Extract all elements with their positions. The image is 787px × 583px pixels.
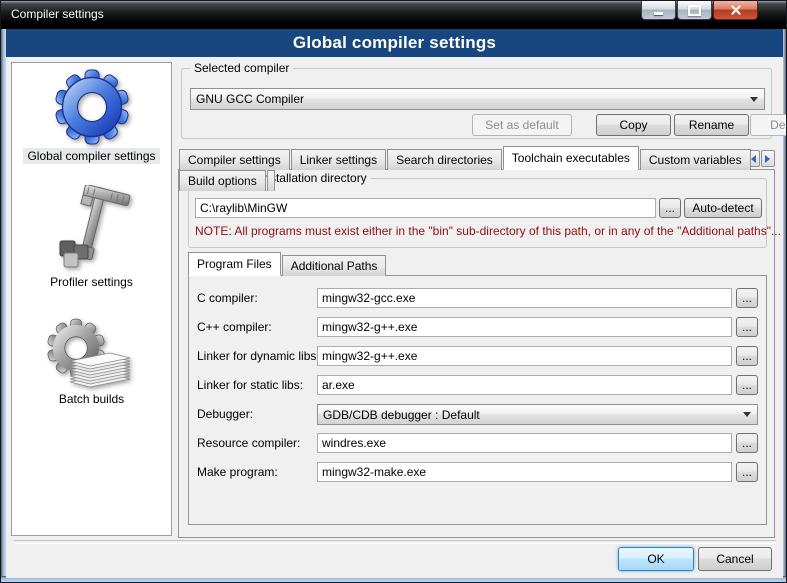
dynamic-linker-row: Linker for dynamic libs: ...: [189, 346, 768, 367]
gear-blue-icon: [55, 69, 129, 145]
debugger-row: Debugger: GDB/CDB debugger : Default: [189, 404, 768, 425]
make-program-input[interactable]: [317, 462, 732, 482]
c-compiler-browse-button[interactable]: ...: [736, 288, 758, 308]
tab-linker-settings[interactable]: Linker settings: [291, 149, 386, 170]
set-as-default-button[interactable]: Set as default: [472, 114, 572, 136]
static-linker-input[interactable]: [317, 375, 732, 395]
gear-stack-icon: [44, 318, 140, 388]
sidebar-item-profiler-settings[interactable]: Profiler settings: [12, 185, 171, 290]
minimize-button[interactable]: [641, 1, 676, 20]
toolchain-executables-page: Compiler's installation directory ... Au…: [178, 169, 775, 538]
footer-separator: [14, 540, 776, 544]
dialog-client-area: Global compiler settings: [6, 29, 783, 578]
make-program-browse-button[interactable]: ...: [736, 462, 758, 482]
window-title: Compiler settings: [11, 7, 104, 21]
cpp-compiler-browse-button[interactable]: ...: [736, 317, 758, 337]
tab-overflow-sliver: [267, 170, 275, 191]
resource-compiler-input[interactable]: [317, 433, 732, 453]
c-compiler-input[interactable]: [317, 288, 732, 308]
field-label: Make program:: [197, 465, 278, 479]
sidebar-item-label: Profiler settings: [46, 274, 137, 290]
cpp-compiler-row: C++ compiler: ...: [189, 317, 768, 338]
sidebar-item-batch-builds[interactable]: Batch builds: [12, 318, 171, 407]
field-label: Linker for static libs:: [197, 378, 303, 392]
subtab-program-files[interactable]: Program Files: [188, 252, 281, 276]
sidebar-item-label: Batch builds: [55, 391, 128, 407]
settings-sidebar: Global compiler settings: [11, 62, 172, 536]
sidebar-item-global-compiler-settings[interactable]: Global compiler settings: [12, 69, 171, 164]
tab-build-options[interactable]: Build options: [179, 170, 266, 191]
field-label: C++ compiler:: [197, 320, 272, 334]
compiler-select[interactable]: GNU GCC Compiler: [190, 88, 765, 110]
dynamic-linker-browse-button[interactable]: ...: [736, 346, 758, 366]
static-linker-row: Linker for static libs: ...: [189, 375, 768, 396]
maximize-icon: [688, 5, 701, 16]
main-tabstrip: Compiler settingsLinker settingsSearch d…: [179, 146, 783, 170]
field-label: Debugger:: [197, 407, 253, 421]
page-title: Global compiler settings: [293, 33, 496, 53]
static-linker-browse-button[interactable]: ...: [736, 375, 758, 395]
sidebar-item-label: Global compiler settings: [23, 148, 159, 164]
debugger-select-value: GDB/CDB debugger : Default: [318, 408, 743, 422]
compiler-select-value: GNU GCC Compiler: [191, 92, 750, 106]
dynamic-linker-input[interactable]: [317, 346, 732, 366]
installation-directory-input[interactable]: [195, 198, 656, 218]
close-button[interactable]: [713, 1, 758, 20]
delete-button[interactable]: Delete: [750, 114, 787, 136]
compiler-settings-dialog: Compiler settings Global compiler settin…: [0, 0, 787, 583]
calipers-icon: [52, 185, 132, 271]
titlebar[interactable]: Compiler settings: [1, 1, 786, 29]
minimize-icon: [654, 12, 663, 15]
close-icon: [730, 4, 742, 16]
tab-custom-variables[interactable]: Custom variables: [640, 149, 751, 170]
resource-compiler-row: Resource compiler: ...: [189, 433, 768, 454]
ok-button[interactable]: OK: [618, 547, 694, 571]
debugger-select[interactable]: GDB/CDB debugger : Default: [317, 404, 758, 425]
maximize-button[interactable]: [677, 1, 712, 20]
programs-tabstrip: Program FilesAdditional Paths: [188, 252, 387, 276]
installation-directory-browse-button[interactable]: ...: [659, 198, 681, 218]
rename-button[interactable]: Rename: [674, 114, 749, 136]
tab-compiler-settings[interactable]: Compiler settings: [179, 149, 290, 170]
subtab-additional-paths[interactable]: Additional Paths: [282, 255, 387, 276]
program-files-panel: C compiler: ... C++ compiler: ... Linker…: [188, 275, 767, 525]
field-label: C compiler:: [197, 291, 258, 305]
selected-compiler-group-label: Selected compiler: [190, 61, 293, 75]
c-compiler-row: C compiler: ...: [189, 288, 768, 309]
make-program-row: Make program: ...: [189, 462, 768, 483]
tab-search-directories[interactable]: Search directories: [387, 149, 502, 170]
chevron-down-icon: [750, 97, 758, 106]
cpp-compiler-input[interactable]: [317, 317, 732, 337]
chevron-down-icon: [743, 412, 751, 421]
selected-compiler-group: Selected compiler GNU GCC Compiler Set a…: [181, 68, 772, 139]
field-label: Linker for dynamic libs:: [197, 349, 320, 363]
copy-button[interactable]: Copy: [596, 114, 671, 136]
field-label: Resource compiler:: [197, 436, 300, 450]
page-header: Global compiler settings: [6, 29, 783, 57]
installation-note: NOTE: All programs must exist either in …: [195, 224, 781, 238]
cancel-button[interactable]: Cancel: [698, 547, 772, 571]
tab-toolchain-executables[interactable]: Toolchain executables: [503, 146, 639, 170]
auto-detect-button[interactable]: Auto-detect: [684, 198, 762, 218]
window-controls: [640, 1, 758, 20]
resource-compiler-browse-button[interactable]: ...: [736, 433, 758, 453]
